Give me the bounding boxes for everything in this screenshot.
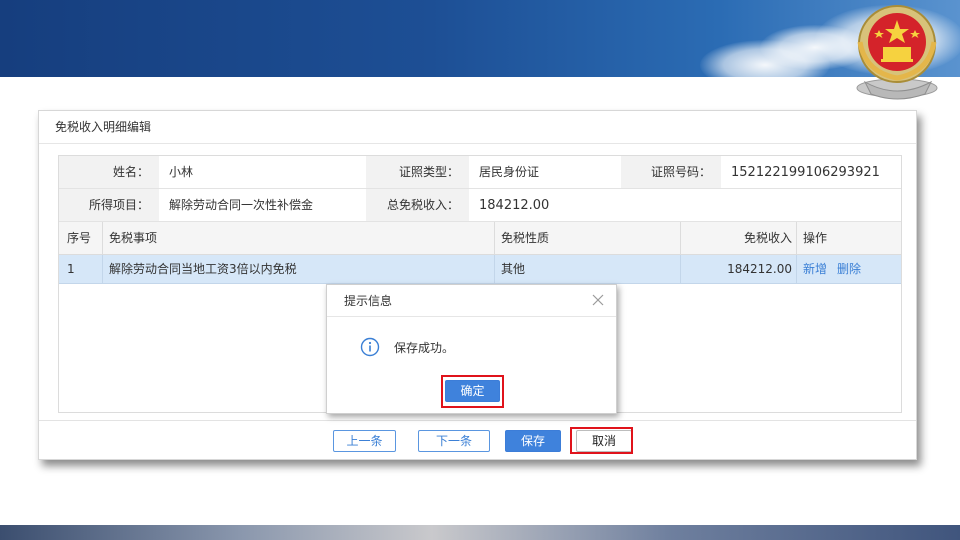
popup-title: 提示信息 [327, 285, 616, 317]
bottom-banner [0, 525, 960, 540]
header-item: 免税事项 [103, 222, 495, 254]
name-value: 小林 [169, 165, 194, 179]
id-type-label: 证照类型： [366, 156, 469, 188]
confirm-highlight-frame [441, 375, 504, 408]
header-nature: 免税性质 [495, 222, 681, 254]
row-nature: 其他 [495, 255, 681, 283]
add-link[interactable]: 新增 [803, 262, 827, 276]
info-row-income: 所得项目： 解除劳动合同一次性补偿金 总免税收入： 184212.00 [59, 189, 901, 222]
next-button[interactable]: 下一条 [418, 430, 490, 452]
income-item-value: 解除劳动合同一次性补偿金 [169, 198, 314, 212]
national-emblem-icon [856, 5, 938, 100]
popup-message-text: 保存成功。 [394, 340, 455, 355]
total-income-label: 总免税收入： [366, 189, 469, 221]
prev-button[interactable]: 上一条 [333, 430, 396, 452]
header-seq: 序号 [59, 222, 103, 254]
name-label: 姓名： [59, 156, 159, 188]
cancel-highlight-frame [570, 427, 633, 454]
dialog-title: 免税收入明细编辑 [39, 111, 916, 144]
info-row-identity: 姓名： 小林 证照类型： 居民身份证 证照号码： 152122199106293… [59, 156, 901, 189]
table-header: 序号 免税事项 免税性质 免税收入 操作 [59, 222, 901, 255]
close-icon[interactable] [590, 292, 606, 308]
message-popup: 提示信息 保存成功。 确定 [326, 284, 617, 414]
id-type-value: 居民身份证 [479, 165, 540, 179]
top-banner [0, 0, 960, 77]
row-seq: 1 [59, 255, 103, 283]
save-button[interactable]: 保存 [505, 430, 561, 452]
delete-link[interactable]: 删除 [837, 262, 861, 276]
total-income-value: 184212.00 [479, 198, 550, 213]
header-actions: 操作 [803, 231, 828, 245]
popup-title-text: 提示信息 [344, 294, 393, 308]
row-actions: 新增 删除 [797, 255, 901, 283]
income-item-label: 所得项目： [59, 189, 159, 221]
row-item: 解除劳动合同当地工资3倍以内免税 [103, 255, 495, 283]
row-income: 184212.00 [681, 255, 797, 283]
dialog-footer: 上一条 下一条 保存 取消 [39, 420, 916, 460]
header-income: 免税收入 [681, 222, 797, 254]
table-row[interactable]: 1 解除劳动合同当地工资3倍以内免税 其他 184212.00 新增 删除 [59, 255, 901, 284]
popup-message: 保存成功。 [360, 337, 454, 357]
info-icon [360, 337, 380, 357]
id-number-label: 证照号码： [621, 156, 721, 188]
id-number-value: 152122199106293921 [731, 165, 880, 180]
